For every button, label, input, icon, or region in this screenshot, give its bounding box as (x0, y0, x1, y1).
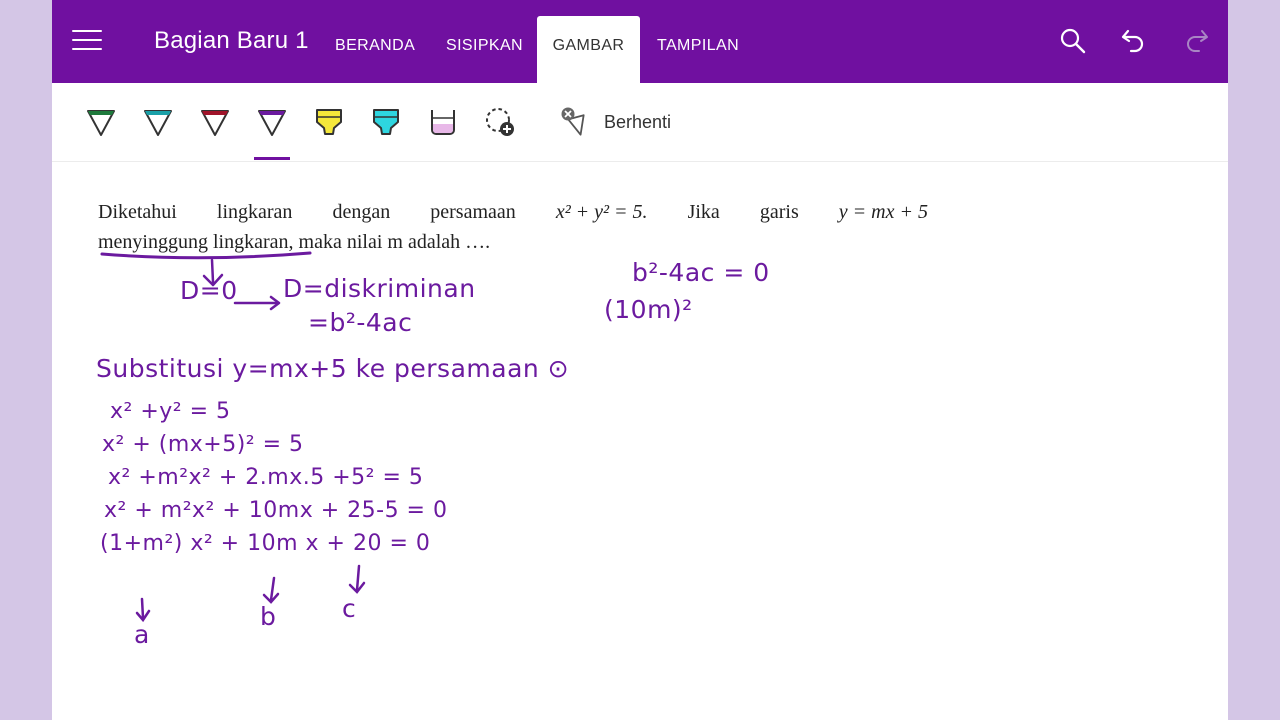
tab-sisipkan[interactable]: SISIPKAN (446, 37, 523, 55)
arrow-a-stroke (140, 597, 145, 620)
selected-pen-indicator (254, 157, 290, 160)
stop-pen-icon (561, 107, 585, 136)
tab-gambar-label: GAMBAR (552, 37, 625, 54)
cyan-highlighter-icon[interactable] (369, 105, 403, 139)
hw-step-3: x² +m²x² + 2.mx.5 +5² = 5 (108, 465, 424, 490)
hw-d-definition: D=diskriminan (283, 274, 476, 303)
lasso-select-icon[interactable] (483, 105, 517, 139)
note-canvas[interactable]: Diketahui lingkaran dengan persamaan x² … (52, 162, 1228, 720)
purple-pen-icon[interactable] (255, 105, 289, 139)
hw-label-b: b (260, 602, 277, 631)
redo-icon[interactable] (1182, 27, 1210, 55)
undo-icon[interactable] (1120, 27, 1148, 55)
yellow-highlighter-icon[interactable] (312, 105, 346, 139)
hw-discriminant-right: b²-4ac = 0 (632, 258, 770, 287)
menu-icon[interactable] (72, 30, 102, 52)
hw-discriminant-right-2: (10m)² (604, 295, 693, 324)
draw-toolbar: Berhenti (52, 83, 1228, 162)
eraser-icon[interactable] (426, 105, 460, 139)
onenote-app: Bagian Baru 1 BERANDA SISIPKAN GAMBAR TA… (52, 0, 1228, 720)
search-icon[interactable] (1059, 27, 1087, 55)
hw-step-1: x² +y² = 5 (110, 399, 231, 424)
tab-beranda[interactable]: BERANDA (335, 37, 415, 55)
hw-step-5: (1+m²) x² + 10m x + 20 = 0 (100, 531, 431, 556)
tab-gambar[interactable]: GAMBAR (537, 16, 640, 83)
tab-tampilan[interactable]: TAMPILAN (657, 37, 739, 55)
red-pen-icon[interactable] (198, 105, 232, 139)
hw-label-c: c (342, 594, 357, 623)
section-title[interactable]: Bagian Baru 1 (154, 27, 309, 55)
hw-d-equals-zero: D=0 (180, 276, 238, 305)
hw-d-formula: =b²-4ac (308, 308, 413, 337)
green-pen-icon[interactable] (84, 105, 118, 139)
hw-substitution-line: Substitusi y=mx+5 ke persamaan ⊙ (96, 354, 570, 383)
arrow-c-stroke (355, 564, 361, 592)
underline-stroke (100, 251, 312, 260)
stop-drawing-label: Berhenti (604, 112, 672, 132)
teal-pen-icon[interactable] (141, 105, 175, 139)
hw-step-4: x² + m²x² + 10mx + 25-5 = 0 (104, 498, 448, 523)
title-bar: Bagian Baru 1 BERANDA SISIPKAN GAMBAR TA… (52, 0, 1228, 83)
arrow-b-stroke (269, 576, 276, 602)
hw-label-a: a (134, 620, 150, 649)
hw-step-2: x² + (mx+5)² = 5 (102, 432, 304, 457)
